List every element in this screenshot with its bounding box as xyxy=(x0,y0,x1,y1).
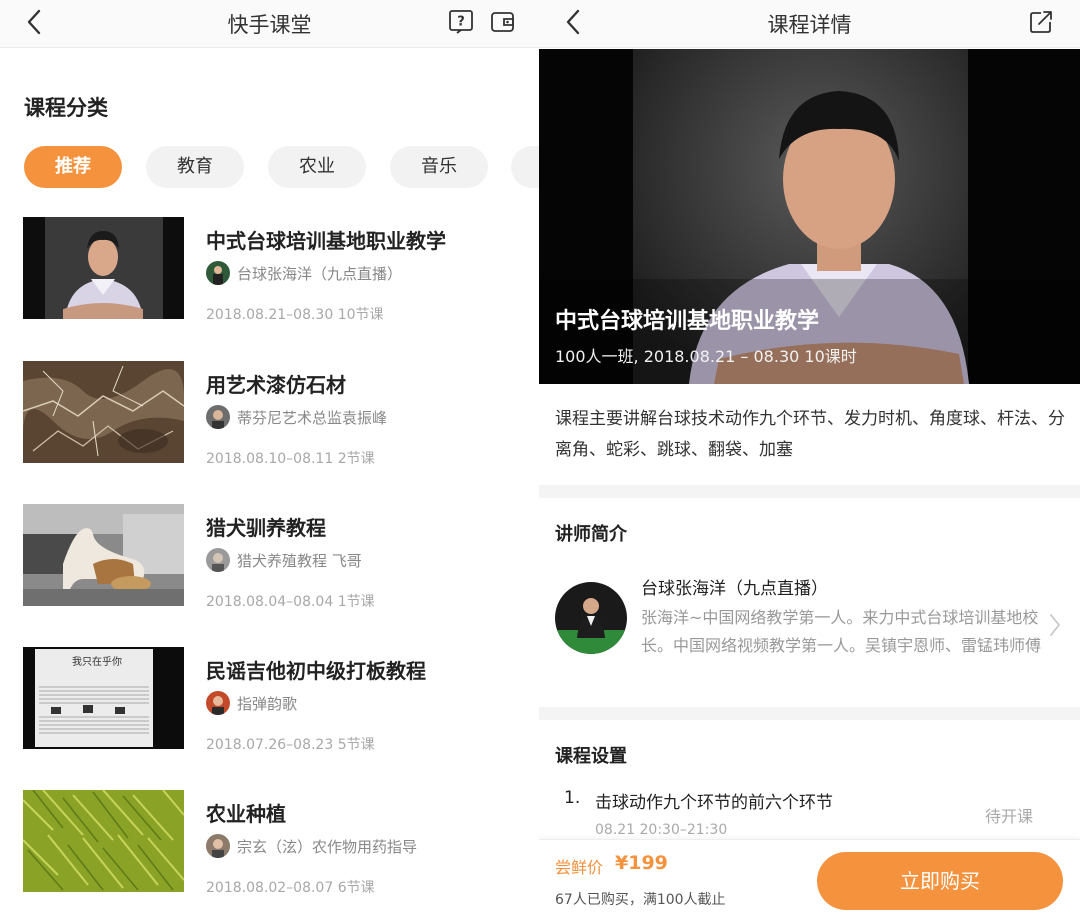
course-title: 民谣吉他初中级打板教程 xyxy=(206,659,426,683)
course-list-screen: 快手课堂 ? 课程分类 推荐 教育 农业 音乐 中式台球培训基地职业教学 台球张… xyxy=(0,0,539,923)
author-name: 宗玄（泫）农作物用药指导 xyxy=(237,838,418,856)
course-list-item[interactable]: 我只在乎你 民谣吉他初中级打板教程 指弹韵歌 2018.07.26–08.23 … xyxy=(23,647,523,753)
purchase-count: 67人已购买，满100人截止 xyxy=(555,892,726,908)
svg-text:?: ? xyxy=(457,15,465,30)
category-chip-music[interactable]: 音乐 xyxy=(390,146,488,188)
course-thumbnail xyxy=(23,504,184,606)
author-avatar xyxy=(206,548,230,572)
course-schedule: 2018.08.10–08.11 2节课 xyxy=(206,451,375,467)
author-avatar xyxy=(206,834,230,858)
share-icon[interactable] xyxy=(1028,9,1054,35)
course-detail-title: 中式台球培训基地职业教学 xyxy=(555,309,820,334)
purchase-bar: 尝鲜价 ¥199 67人已购买，满100人截止 立即购买 xyxy=(539,839,1080,923)
course-thumbnail xyxy=(23,790,184,892)
category-section-title: 课程分类 xyxy=(24,96,108,120)
section-gap xyxy=(539,707,1080,720)
thumbnail-text: 我只在乎你 xyxy=(72,655,122,668)
category-chip-recommend[interactable]: 推荐 xyxy=(24,146,122,188)
category-chip-more[interactable] xyxy=(511,146,539,188)
course-hero-image: 中式台球培训基地职业教学 100人一班, 2018.08.21 – 08.30 … xyxy=(539,49,1080,384)
course-thumbnail: 我只在乎你 xyxy=(23,647,184,749)
course-list-item[interactable]: 猎犬驯养教程 猎犬养殖教程 飞哥 2018.08.04–08.04 1节课 xyxy=(23,504,523,610)
question-box-icon[interactable]: ? xyxy=(448,9,474,35)
author-name: 台球张海洋（九点直播） xyxy=(237,265,403,283)
course-schedule: 2018.08.02–08.07 6节课 xyxy=(206,880,375,896)
course-schedule: 2018.08.04–08.04 1节课 xyxy=(206,594,375,610)
lesson-status: 待开课 xyxy=(985,807,1034,826)
author-name: 蒂芬尼艺术总监袁振峰 xyxy=(237,409,388,427)
course-detail-screen: 课程详情 中式台球培训基地职业教学 100人一班, 2018.08.21 – 0… xyxy=(539,0,1080,923)
price-label: 尝鲜价 xyxy=(555,858,604,877)
course-setup-heading: 课程设置 xyxy=(555,746,627,767)
author-name: 猎犬养殖教程 飞哥 xyxy=(237,552,362,570)
top-nav-bar: 课程详情 xyxy=(539,0,1080,48)
teacher-avatar[interactable] xyxy=(555,582,627,654)
course-title: 中式台球培训基地职业教学 xyxy=(206,229,446,253)
teacher-bio: 张海洋~中国网络教学第一人。来力中式台球培训基地校长。中国网络视频教学第一人。吴… xyxy=(641,608,1042,655)
course-description: 课程主要讲解台球技术动作九个环节、发力时机、角度球、杆法、分离角、蛇彩、跳球、翻… xyxy=(555,409,1065,460)
category-chip-agriculture[interactable]: 农业 xyxy=(268,146,366,188)
course-list-item[interactable]: 农业种植 宗玄（泫）农作物用药指导 2018.08.02–08.07 6节课 xyxy=(23,790,523,896)
course-schedule: 2018.08.21–08.30 10节课 xyxy=(206,307,384,323)
price-value: ¥199 xyxy=(615,852,668,874)
course-thumbnail xyxy=(23,217,184,319)
top-nav-bar: 快手课堂 ? xyxy=(0,0,539,48)
author-avatar xyxy=(206,405,230,429)
course-list-item[interactable]: 用艺术漆仿石材 蒂芬尼艺术总监袁振峰 2018.08.10–08.11 2节课 xyxy=(23,361,523,467)
buy-now-button[interactable]: 立即购买 xyxy=(817,852,1063,910)
author-name: 指弹韵歌 xyxy=(237,695,298,713)
author-avatar xyxy=(206,261,230,285)
author-avatar xyxy=(206,691,230,715)
section-gap xyxy=(539,485,1080,498)
course-list-item[interactable]: 中式台球培训基地职业教学 台球张海洋（九点直播） 2018.08.21–08.3… xyxy=(23,217,523,323)
wallet-icon[interactable] xyxy=(490,9,516,35)
course-detail-subtitle: 100人一班, 2018.08.21 – 08.30 10课时 xyxy=(555,347,857,366)
chevron-right-icon[interactable] xyxy=(1048,612,1062,638)
lesson-number: 1. xyxy=(564,788,581,808)
course-title: 猎犬驯养教程 xyxy=(206,516,326,540)
lesson-title: 击球动作九个环节的前六个环节 xyxy=(595,793,833,813)
course-thumbnail xyxy=(23,361,184,463)
category-chip-education[interactable]: 教育 xyxy=(146,146,244,188)
teacher-name[interactable]: 台球张海洋（九点直播） xyxy=(641,574,828,599)
course-schedule: 2018.07.26–08.23 5节课 xyxy=(206,737,375,753)
course-title: 农业种植 xyxy=(206,802,286,826)
lesson-time: 08.21 20:30–21:30 xyxy=(595,822,728,838)
teacher-section-heading: 讲师简介 xyxy=(555,524,627,545)
page-title: 课程详情 xyxy=(767,13,852,37)
course-title: 用艺术漆仿石材 xyxy=(206,373,346,397)
